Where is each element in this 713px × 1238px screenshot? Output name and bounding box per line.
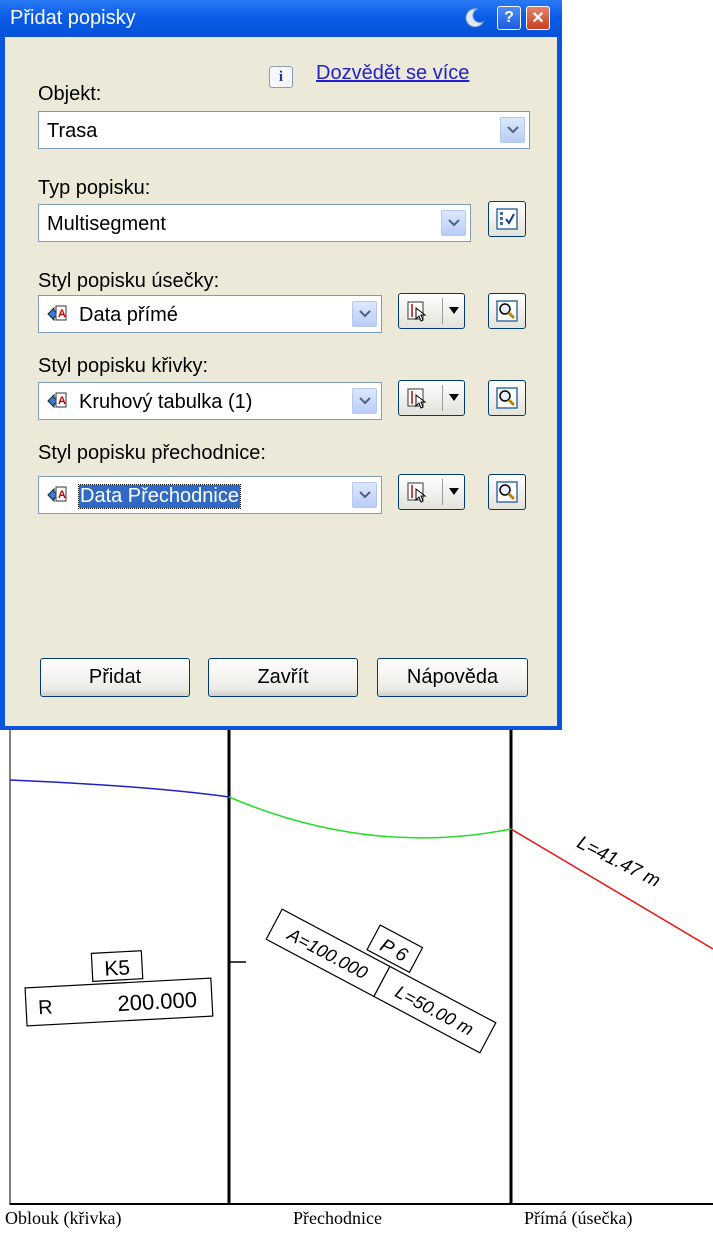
- spiral-segment: [228, 796, 512, 839]
- line-style-select-value: Data přímé: [79, 304, 178, 326]
- help-button[interactable]: Nápověda: [377, 658, 528, 697]
- pick-style-icon: [407, 388, 427, 409]
- dropdown-arrow-icon[interactable]: [449, 307, 459, 314]
- object-select[interactable]: Trasa: [38, 111, 530, 149]
- moon-icon[interactable]: [462, 6, 486, 30]
- line-style-label: Styl popisku úsečky:: [38, 270, 220, 292]
- checklist-icon: [496, 208, 518, 230]
- spiral-style-label: Styl popisku přechodnice:: [38, 442, 266, 464]
- line-style-select[interactable]: A Data přímé: [38, 295, 382, 333]
- close-button[interactable]: Zavřít: [208, 658, 358, 697]
- spiral-style-select[interactable]: A Data Přechodnice: [38, 476, 382, 514]
- label-type-select-value: Multisegment: [47, 213, 166, 235]
- pick-style-icon: [407, 482, 427, 503]
- dialog-title: Přidat popisky: [10, 7, 136, 29]
- split-separator: [442, 298, 443, 324]
- caption-tangent: Přímá (úsečka): [524, 1208, 633, 1228]
- curve-style-pick-button[interactable]: [398, 380, 465, 416]
- curve-radius-value: 200.000: [117, 987, 198, 1016]
- chevron-down-icon[interactable]: [352, 482, 377, 508]
- curve-style-select[interactable]: A Kruhový tabulka (1): [38, 382, 382, 420]
- svg-text:A: A: [58, 395, 66, 407]
- line-style-pick-button[interactable]: [398, 293, 465, 329]
- learn-more-link[interactable]: Dozvědět se více: [316, 62, 469, 85]
- dialog-body: Objekt: i Dozvědět se více Trasa Typ pop…: [5, 37, 557, 726]
- line-style-preview-button[interactable]: [488, 293, 526, 329]
- svg-text:A: A: [58, 489, 66, 501]
- dropdown-arrow-icon[interactable]: [449, 488, 459, 495]
- tangent-length: L=41.47 m: [573, 832, 663, 892]
- split-separator: [442, 479, 443, 505]
- alignment-drawing: K5 R 200.000 P 6 A=100.000 L=50.00 m L=4…: [9, 730, 713, 1205]
- magnifier-icon: [496, 387, 518, 409]
- label-type-select[interactable]: Multisegment: [38, 204, 471, 242]
- dropdown-arrow-icon[interactable]: [449, 394, 459, 401]
- curve-segment: [9, 779, 230, 798]
- caption-curve: Oblouk (křivka): [5, 1208, 122, 1228]
- caption-spiral: Přechodnice: [293, 1208, 382, 1228]
- magnifier-icon: [496, 481, 518, 503]
- add-button[interactable]: Přidat: [40, 658, 190, 697]
- curve-style-select-value: Kruhový tabulka (1): [79, 391, 253, 413]
- title-bar[interactable]: Přidat popisky ? ✕: [0, 0, 562, 37]
- magnifier-icon: [496, 300, 518, 322]
- object-select-value: Trasa: [47, 120, 98, 142]
- add-labels-dialog: Přidat popisky ? ✕ Objekt: i Dozvědět se…: [0, 0, 562, 730]
- label-style-icon: A: [47, 486, 67, 503]
- spiral-style-preview-button[interactable]: [488, 474, 526, 510]
- curve-radius-letter: R: [38, 996, 54, 1019]
- curve-label-group: K5 R 200.000: [24, 950, 214, 1027]
- info-icon[interactable]: i: [269, 66, 293, 88]
- label-type-label: Typ popisku:: [38, 177, 151, 199]
- label-style-icon: A: [47, 305, 67, 322]
- spiral-label-group: P 6 A=100.000 L=50.00 m: [265, 908, 497, 1054]
- object-label: Objekt:: [38, 83, 102, 105]
- svg-text:A: A: [58, 308, 66, 320]
- spiral-style-pick-button[interactable]: [398, 474, 465, 510]
- pick-style-icon: [407, 301, 427, 322]
- chevron-down-icon[interactable]: [500, 117, 525, 143]
- spiral-style-select-value: Data Přechodnice: [78, 484, 241, 509]
- curve-tag: K5: [104, 956, 131, 980]
- label-style-icon: A: [47, 392, 67, 409]
- curve-style-label: Styl popisku křivky:: [38, 355, 209, 377]
- curve-style-preview-button[interactable]: [488, 380, 526, 416]
- help-title-button[interactable]: ?: [497, 6, 521, 30]
- chevron-down-icon[interactable]: [441, 210, 466, 236]
- label-type-options-button[interactable]: [488, 201, 526, 237]
- split-separator: [442, 385, 443, 411]
- chevron-down-icon[interactable]: [352, 301, 377, 327]
- close-title-button[interactable]: ✕: [526, 6, 550, 30]
- chevron-down-icon[interactable]: [352, 388, 377, 414]
